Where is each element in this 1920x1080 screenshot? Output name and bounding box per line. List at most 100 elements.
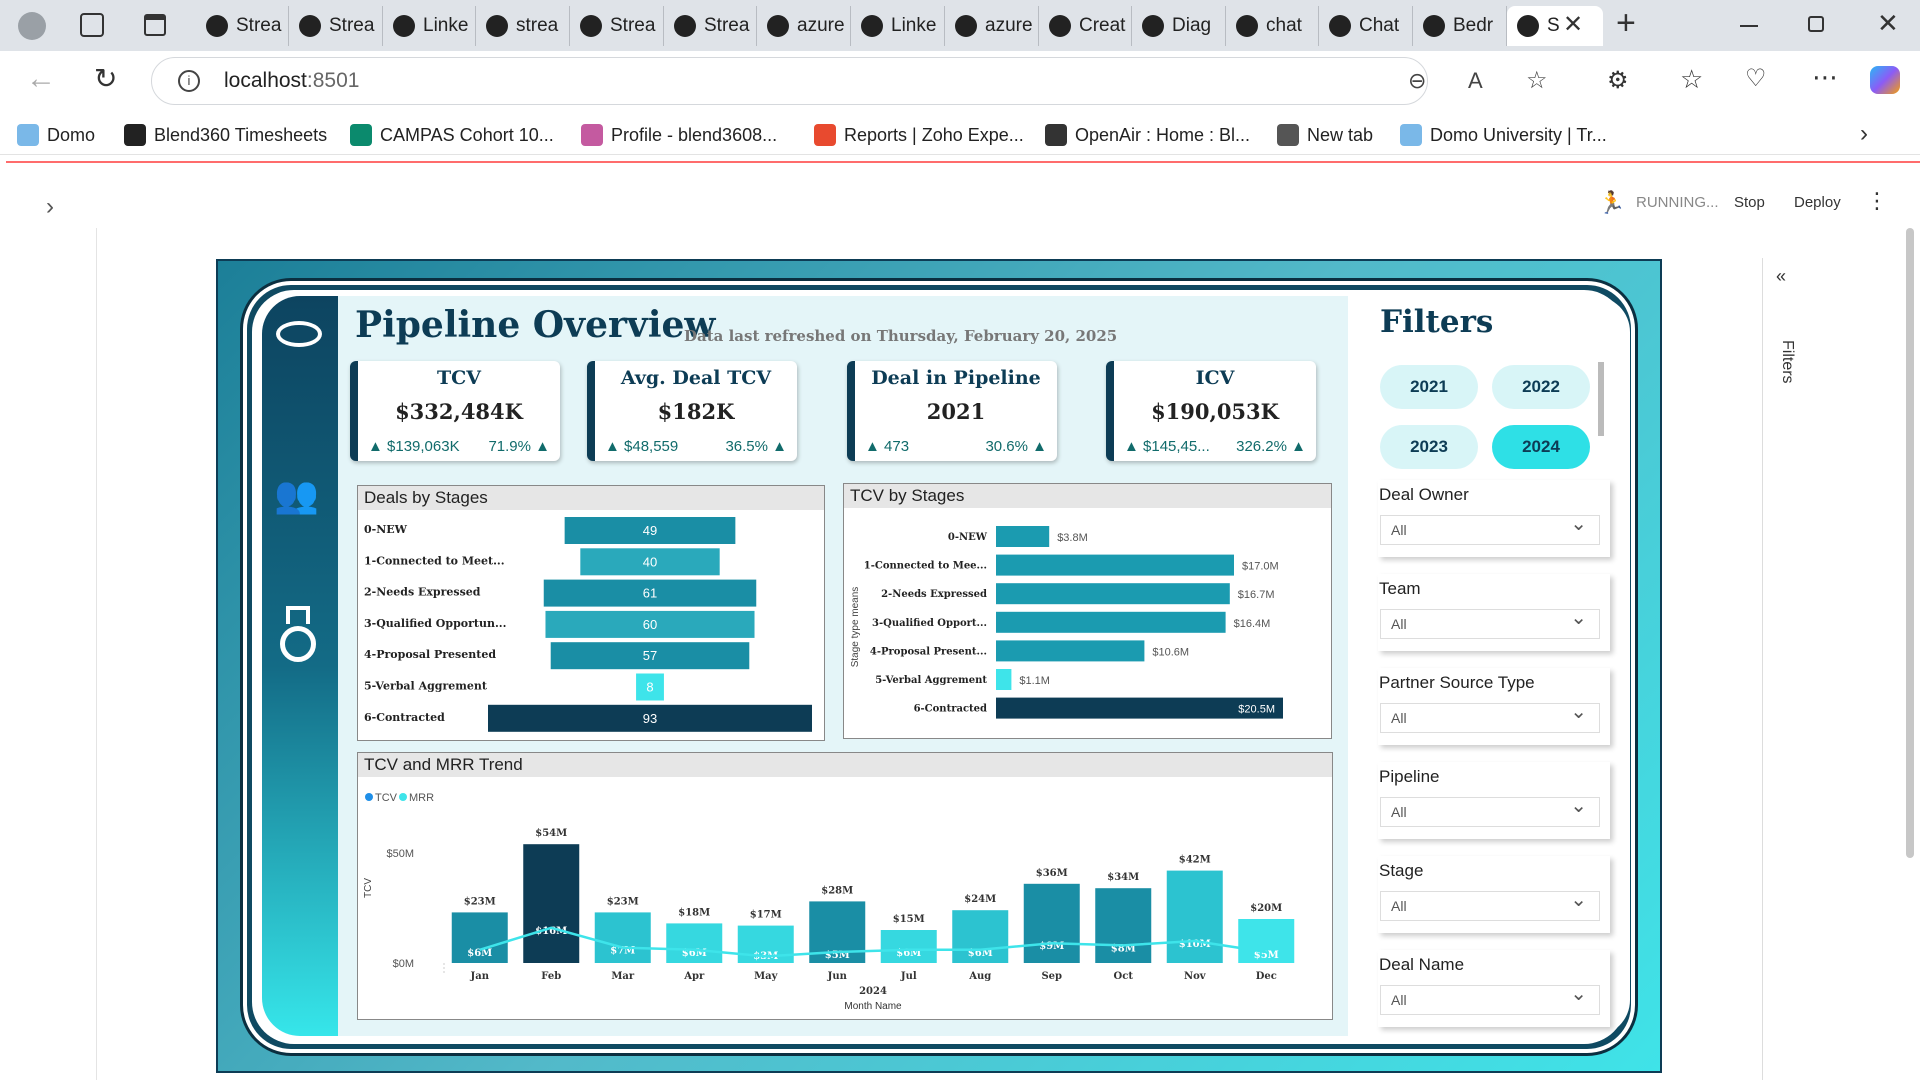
bookmark-item[interactable]: Domo [17, 122, 95, 148]
kpi-delta-value: 473 [884, 438, 910, 455]
month-label: Aug [968, 971, 991, 982]
site-info-icon[interactable]: i [178, 70, 200, 92]
browser-tab[interactable]: Chat [1319, 6, 1413, 46]
tcv-stage-bar[interactable] [996, 611, 1226, 633]
scrollbar[interactable] [1906, 228, 1914, 858]
favorite-star-icon[interactable]: ☆ [1526, 66, 1548, 95]
tcv-stage-value: $10.6M [1152, 646, 1189, 658]
workspaces-icon[interactable] [80, 13, 104, 37]
extensions-icon[interactable]: ⚙ [1607, 66, 1629, 95]
deal-stage-value: 57 [643, 648, 657, 663]
slicer-dropdown[interactable]: All [1380, 792, 1600, 827]
read-aloud-icon[interactable]: A [1468, 68, 1483, 94]
tcv-stage-bar[interactable] [996, 554, 1234, 576]
bookmarks-more-icon[interactable]: › [1860, 120, 1868, 148]
browser-tab[interactable]: Linke [851, 6, 945, 46]
tcv-value-label: $24M [964, 894, 996, 905]
address-bar[interactable]: i localhost:8501 ⊖ A ☆ [151, 57, 1548, 105]
slicer-dropdown[interactable]: All [1380, 510, 1600, 545]
kpi-pct-value: 326.2% [1236, 438, 1287, 455]
tcv-value-label: $54M [535, 828, 567, 839]
deploy-button[interactable]: Deploy [1794, 194, 1841, 211]
month-label: Sep [1041, 971, 1062, 982]
tcv-stage-bar[interactable] [996, 640, 1145, 662]
more-options-icon[interactable]: ⋯ [1812, 62, 1838, 93]
browser-tab[interactable]: Strea [570, 6, 664, 46]
browser-tab[interactable]: azure [757, 6, 851, 46]
tcv-by-stages-chart: Stage type means 0-NEW $3.8M 1-Connected to… [850, 526, 1283, 719]
year-button[interactable]: 2022 [1492, 365, 1590, 409]
slicer-dropdown[interactable]: All [1380, 886, 1600, 921]
year-button[interactable]: 2023 [1380, 425, 1478, 469]
browser-essentials-icon[interactable]: ♡ [1745, 64, 1767, 93]
kpi-delta: ▲ 473 [865, 438, 909, 455]
tcv-stage-bar[interactable] [996, 526, 1050, 547]
kpi-value: $190,053K [1151, 399, 1279, 424]
deal-stage-value: 8 [646, 680, 653, 695]
stop-button[interactable]: Stop [1734, 194, 1765, 211]
url-port: :8501 [306, 69, 360, 92]
tcv-bar[interactable] [523, 844, 580, 963]
kpi-card: Avg. Deal TCV $182K ▲ $48,559 36.5% ▲ [587, 361, 797, 461]
tab-label: Linke [891, 15, 937, 36]
y-tick: $0M [393, 958, 414, 970]
people-growth-icon[interactable]: 👥 [274, 474, 319, 516]
tab-favicon-icon [580, 15, 602, 37]
browser-tab[interactable]: Strea [196, 6, 289, 46]
legend-mrr-label: MRR [409, 792, 434, 804]
tcv-value-label: $34M [1107, 872, 1139, 883]
browser-tab[interactable]: strea [476, 6, 570, 46]
slicer-dropdown[interactable]: All [1380, 698, 1600, 733]
tcv-stage-bar[interactable] [996, 669, 1012, 690]
favorites-icon[interactable]: ☆ [1680, 64, 1703, 95]
bookmark-item[interactable]: OpenAir : Home : Bl... [1045, 122, 1250, 148]
tcv-stage-bar[interactable] [996, 583, 1230, 605]
expand-sidebar-icon[interactable]: › [46, 193, 54, 221]
bookmark-item[interactable]: New tab [1277, 122, 1373, 148]
tcv-value-label: $18M [678, 907, 710, 918]
copilot-icon[interactable] [1870, 66, 1900, 94]
bookmark-item[interactable]: Profile - blend3608... [581, 122, 777, 148]
main-menu-icon[interactable]: ⋮ [1866, 188, 1888, 214]
collapse-filters-icon[interactable]: « [1776, 266, 1786, 287]
year-button[interactable]: 2024 [1492, 425, 1590, 469]
kpi-title: Avg. Deal TCV [620, 367, 772, 389]
kpi-delta: ▲ $48,559 [605, 438, 678, 455]
tab-favicon-icon [1049, 15, 1071, 37]
year-slicer-scrollbar[interactable] [1598, 362, 1604, 436]
zoom-icon[interactable]: ⊖ [1408, 68, 1426, 94]
vertical-tabs-icon[interactable] [144, 14, 166, 36]
tab-favicon-icon [206, 15, 228, 37]
bookmark-favicon-icon [350, 124, 372, 146]
bookmark-item[interactable]: Domo University | Tr... [1400, 122, 1607, 148]
bookmark-label: Reports | Zoho Expe... [844, 124, 1024, 145]
slicer-dropdown[interactable]: All [1380, 604, 1600, 639]
browser-tab[interactable]: Strea [664, 6, 757, 46]
close-window-icon[interactable]: ✕ [1877, 8, 1899, 39]
browser-tab[interactable]: Creat [1039, 6, 1132, 46]
profile-avatar-icon[interactable] [18, 12, 46, 40]
year-button[interactable]: 2021 [1380, 365, 1478, 409]
new-tab-icon[interactable]: + [1616, 4, 1636, 43]
bookmark-item[interactable]: CAMPAS Cohort 10... [350, 122, 554, 148]
reload-icon[interactable]: ↻ [94, 62, 117, 95]
browser-tab[interactable]: S [1507, 6, 1603, 46]
medal-icon[interactable] [280, 606, 316, 662]
browser-tab[interactable]: Linke [383, 6, 476, 46]
bookmark-item[interactable]: Reports | Zoho Expe... [814, 122, 1024, 148]
logo-ring-icon[interactable] [276, 321, 322, 347]
browser-tab[interactable]: Strea [289, 6, 383, 46]
slicer-dropdown[interactable]: All [1380, 980, 1600, 1015]
stage-label: 6-Contracted [914, 704, 987, 715]
close-tab-icon[interactable]: ✕ [1563, 10, 1583, 39]
browser-tab[interactable]: azure [945, 6, 1039, 46]
browser-tab[interactable]: Bedr [1413, 6, 1507, 46]
bookmark-item[interactable]: Blend360 Timesheets [124, 122, 327, 148]
minimize-icon[interactable] [1740, 25, 1758, 27]
browser-tab[interactable]: Diag [1132, 6, 1226, 46]
browser-tab[interactable]: chat [1226, 6, 1319, 46]
url-text[interactable]: localhost:8501 [224, 69, 359, 93]
restore-icon[interactable] [1808, 16, 1824, 32]
back-icon[interactable]: ← [26, 62, 56, 96]
filters-pane-label[interactable]: Filters [1778, 340, 1796, 384]
